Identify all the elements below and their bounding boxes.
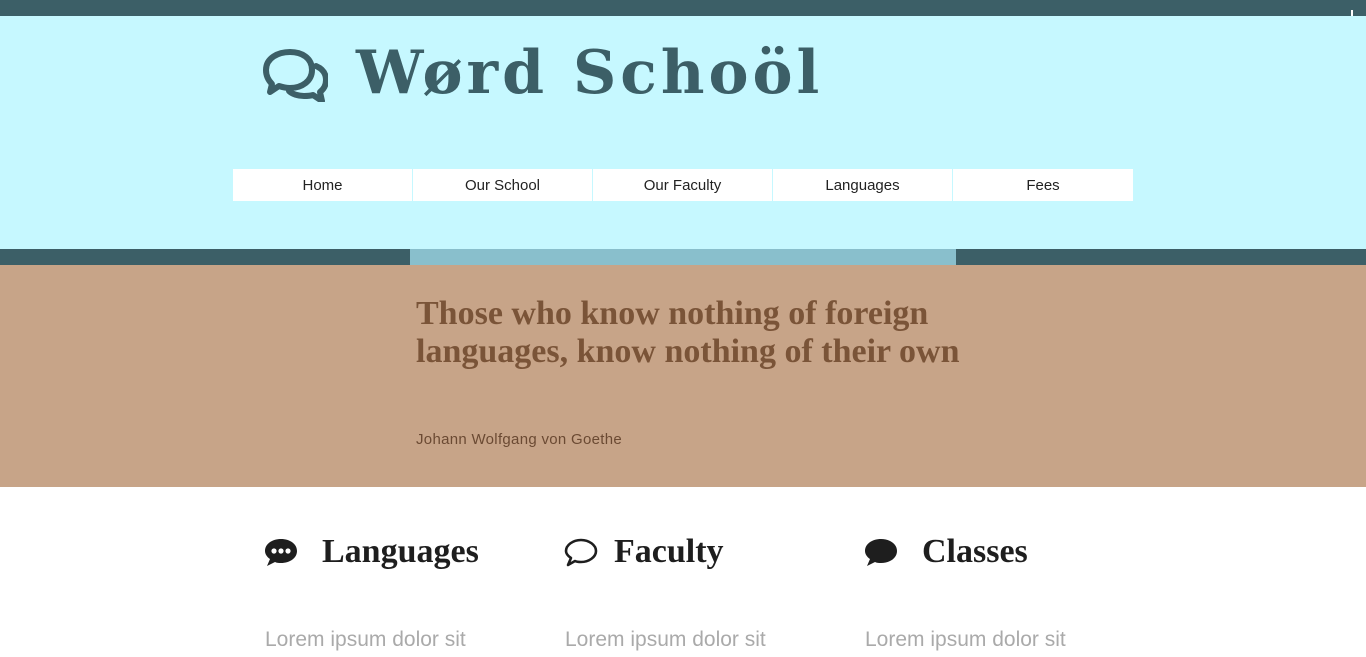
feature-text: Lorem ipsum dolor sit [865, 628, 1066, 651]
feature-title: Classes [922, 533, 1028, 570]
site-logo[interactable]: Wørd Schoöl [262, 38, 823, 108]
nav-item-our-school[interactable]: Our School [413, 169, 593, 201]
feature-text: Lorem ipsum dolor sit [565, 628, 766, 651]
chat-bubble-dots-icon [265, 539, 297, 566]
nav-item-home[interactable]: Home [233, 169, 413, 201]
chat-bubbles-icon [263, 49, 328, 102]
feature-title: Languages [322, 533, 479, 570]
nav-item-languages[interactable]: Languages [773, 169, 953, 201]
chat-bubble-outline-icon [564, 538, 598, 567]
quote-author: Johann Wolfgang von Goethe [416, 431, 623, 448]
feature-classes: Classes Lorem ipsum dolor sit [864, 530, 1154, 651]
nav-item-fees[interactable]: Fees [953, 169, 1133, 201]
nav-item-our-faculty[interactable]: Our Faculty [593, 169, 773, 201]
section-divider-accent [410, 249, 956, 265]
site-header: Wørd Schoöl Home Our School Our Faculty … [0, 16, 1366, 249]
feature-title: Faculty [614, 533, 724, 570]
feature-languages: Languages Lorem ipsum dolor sit [264, 530, 554, 651]
quote-section: Those who know nothing of foreign langua… [0, 265, 1366, 487]
main-nav: Home Our School Our Faculty Languages Fe… [233, 169, 1133, 201]
feature-text: Lorem ipsum dolor sit [265, 628, 466, 651]
site-title: Wørd Schoöl [356, 38, 824, 108]
feature-faculty: Faculty Lorem ipsum dolor sit [564, 530, 854, 651]
top-bar [0, 0, 1366, 16]
chat-bubble-filled-icon [865, 539, 897, 566]
quote-text: Those who know nothing of foreign langua… [416, 295, 960, 370]
